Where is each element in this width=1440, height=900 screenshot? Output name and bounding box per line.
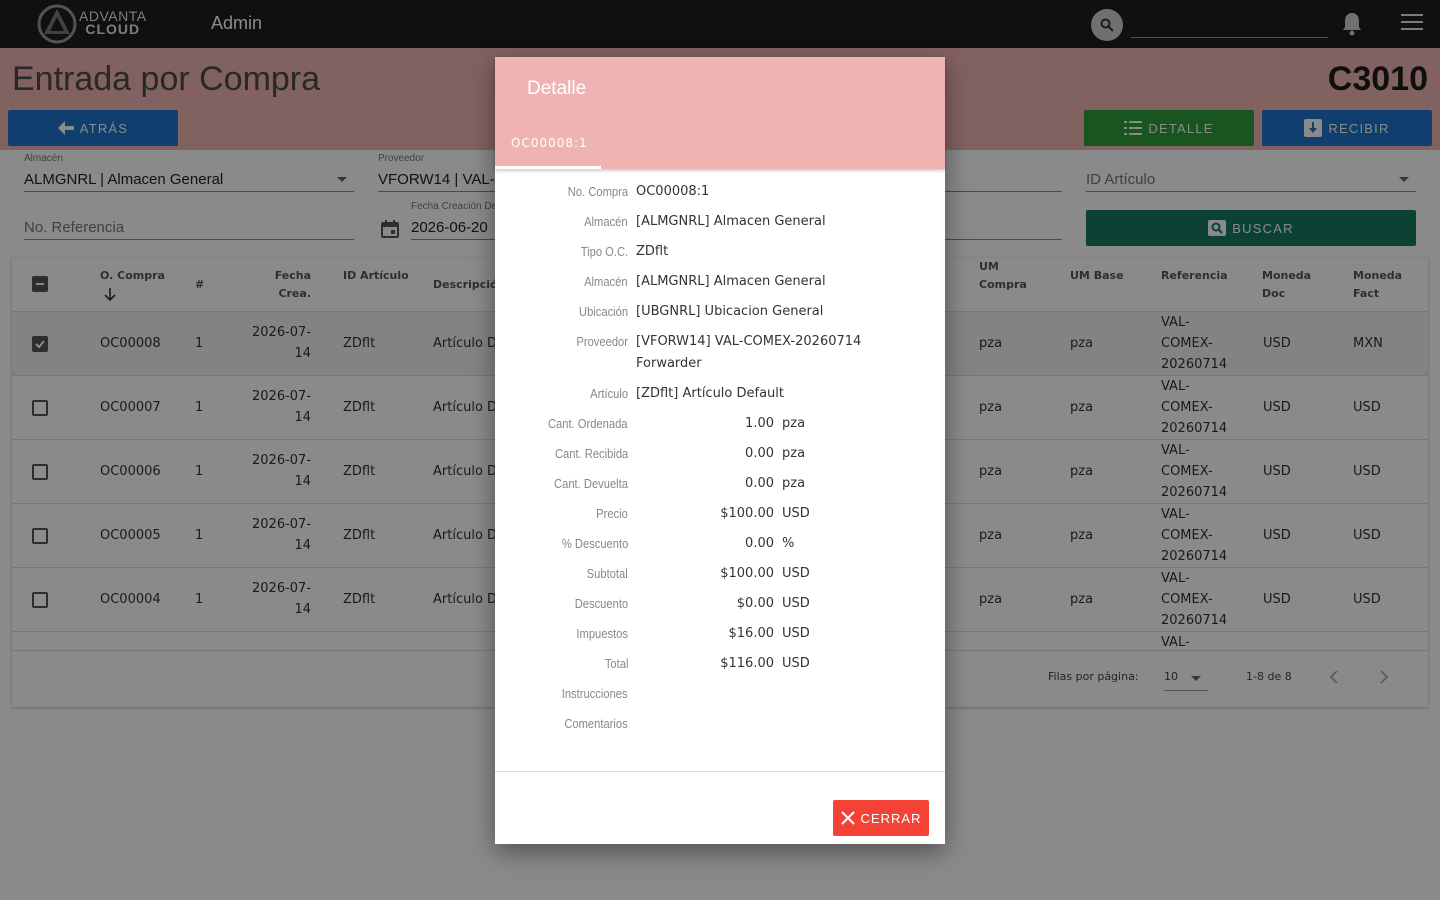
detail-label: Impuestos	[576, 626, 628, 641]
detail-amount: $16.00	[728, 626, 775, 641]
detail-unit: pza	[782, 476, 806, 491]
detail-amount: $0.00	[736, 596, 774, 611]
detail-label: Total	[604, 656, 628, 671]
detail-value: OC00008:1	[636, 184, 710, 199]
detail-value: [VFORW14] VAL-COMEX-20260714 Forwarder	[636, 334, 862, 371]
detail-value: [ZDflt] Artículo Default	[636, 386, 785, 401]
detail-amount: 1.00	[745, 416, 774, 431]
dialog-tab-order-line[interactable]: OC00008:1	[511, 136, 588, 150]
close-dialog-label: CERRAR	[860, 810, 922, 826]
detail-amount: 0.00	[745, 476, 774, 491]
detail-label: Instrucciones	[562, 686, 628, 701]
detail-amount: $100.00	[720, 566, 774, 581]
detail-unit: USD	[782, 566, 810, 581]
detail-label: Cant. Ordenada	[548, 416, 628, 431]
dialog-tab-indicator	[495, 166, 601, 169]
dialog-header: Detalle OC00008:1	[495, 57, 945, 169]
detail-label: Comentarios	[564, 716, 628, 731]
detail-value: ZDflt	[636, 244, 669, 259]
detail-label: Tipo O.C.	[580, 244, 628, 259]
detail-unit: USD	[782, 506, 810, 521]
detail-value: [UBGNRL] Ubicacion General	[636, 304, 824, 319]
dialog-title: Detalle	[527, 78, 587, 99]
detail-unit: USD	[782, 626, 810, 641]
detail-label: Descuento	[574, 596, 628, 611]
detail-label: Cant. Devuelta	[554, 476, 628, 491]
detail-label: Ubicación	[578, 304, 628, 319]
detail-value: [ALMGNRL] Almacen General	[636, 214, 826, 229]
detail-unit: pza	[782, 416, 806, 431]
detail-value: [ALMGNRL] Almacen General	[636, 274, 826, 289]
detail-unit: USD	[782, 596, 810, 611]
detail-unit: pza	[782, 446, 806, 461]
detail-unit: %	[782, 536, 795, 551]
detail-unit: USD	[782, 656, 810, 671]
detail-label: Almacén	[584, 274, 628, 289]
detail-label: Cant. Recibida	[554, 446, 628, 461]
detail-label: Proveedor	[576, 334, 628, 349]
detail-label: Precio	[596, 506, 628, 521]
detail-amount: 0.00	[745, 536, 774, 551]
detail-label: Almacén	[584, 214, 628, 229]
detail-amount: $100.00	[720, 506, 774, 521]
close-dialog-button[interactable]: CERRAR	[833, 800, 929, 836]
detail-label: No. Compra	[567, 184, 628, 199]
detail-label: % Descuento	[561, 536, 628, 551]
close-icon	[840, 811, 855, 825]
dialog-footer-divider	[495, 771, 945, 772]
detail-dialog: Detalle OC00008:1 No. Compra OC00008:1 Alm…	[495, 57, 945, 844]
detail-amount: $116.00	[720, 656, 774, 671]
detail-label: Artículo	[590, 386, 628, 401]
detail-amount: 0.00	[745, 446, 774, 461]
detail-label: Subtotal	[586, 566, 628, 581]
